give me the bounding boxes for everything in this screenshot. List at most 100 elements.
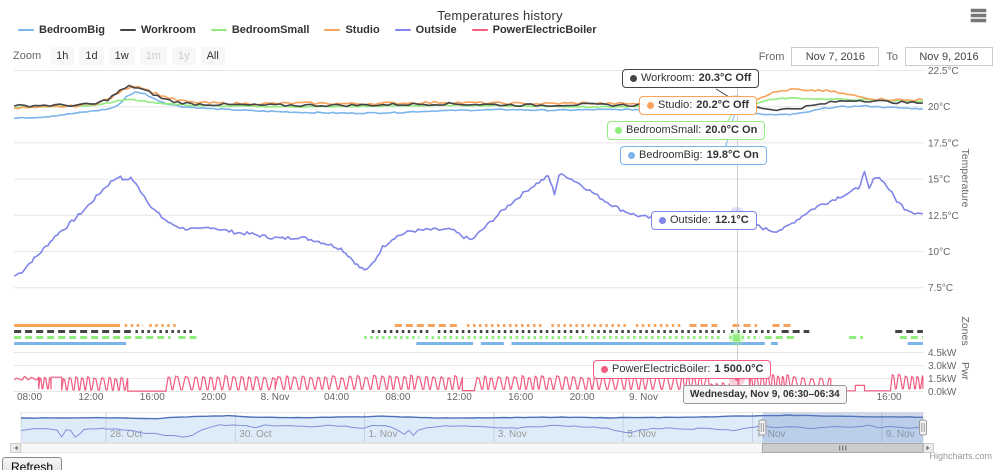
navigator-tick-label: 1. Nov: [369, 429, 398, 440]
tooltip-powerelectricboiler: PowerElectricBoiler: 1 500.0°C: [593, 360, 772, 379]
y-axis-tick-label: 22.5°C: [928, 66, 959, 77]
navigator-tick-label: 5. Nov: [627, 429, 656, 440]
navigator-tick-label: 3. Nov: [498, 429, 527, 440]
tooltip-value: 19.8°C On: [706, 149, 759, 161]
tooltip-value: 20.0°C On: [705, 124, 758, 136]
x-axis-tick-label: 08:00: [17, 392, 42, 403]
x-axis-tick-label: 16:00: [140, 392, 165, 403]
series-color-swatch: [210, 28, 227, 32]
legend-item-outside[interactable]: Outside: [394, 24, 457, 36]
navigator-selected-range[interactable]: [762, 412, 923, 443]
legend: BedroomBig Workroom BedroomSmall Studio …: [18, 24, 597, 36]
legend-label: BedroomBig: [39, 24, 105, 36]
legend-item-bedroomsmall[interactable]: BedroomSmall: [210, 24, 310, 36]
legend-label: Workroom: [141, 24, 196, 36]
x-axis-tick-label: 16:00: [508, 392, 533, 403]
navigator-handle-left[interactable]: [758, 419, 767, 436]
tooltip-studio: Studio: 20.2°C Off: [639, 96, 757, 115]
legend-label: Outside: [415, 24, 457, 36]
temperatures-history-app: Temperatures history BedroomBig Workroom…: [0, 0, 1000, 470]
tooltip-label: Outside:: [670, 214, 711, 226]
power-axis-title: Pwr: [959, 362, 971, 381]
y-axis-tick-label: 10°C: [928, 247, 950, 258]
y-axis-tick-label: 3.0kW: [928, 361, 957, 372]
series-dot: [615, 126, 622, 134]
series-color-swatch: [120, 28, 136, 32]
x-axis-tick-label: 12:00: [78, 392, 103, 403]
legend-item-workroom[interactable]: Workroom: [120, 24, 196, 36]
tooltip-value: 12.1°C: [714, 214, 749, 226]
to-label: To: [886, 50, 898, 63]
temperature-axis-title: Temperature: [959, 149, 971, 208]
series-dot: [628, 151, 635, 159]
legend-item-powerelectricboiler[interactable]: PowerElectricBoiler: [471, 24, 597, 36]
tooltip-outside: Outside: 12.1°C: [651, 211, 757, 230]
series-dot: [659, 216, 666, 224]
x-axis-tick-label: 20:00: [201, 392, 226, 403]
series-line-outside: [13, 170, 924, 277]
zoom-label: Zoom: [13, 50, 42, 62]
zoom-button-all[interactable]: All: [200, 47, 225, 65]
zoom-button-1y: 1y: [171, 47, 196, 65]
legend-item-studio[interactable]: Studio: [324, 24, 380, 36]
zoom-button-1d[interactable]: 1d: [79, 47, 104, 65]
series-dot: [601, 365, 608, 373]
x-axis-tick-label: 9. Nov: [629, 392, 658, 403]
tooltip-value: 20.2°C Off: [696, 99, 749, 111]
tooltip-label: BedroomBig:: [639, 149, 703, 161]
y-axis-tick-label: 20°C: [928, 102, 950, 113]
legend-label: BedroomSmall: [231, 24, 310, 36]
from-date-input[interactable]: [791, 47, 880, 66]
hamburger-bar: [971, 14, 986, 17]
from-label: From: [758, 50, 785, 63]
y-axis-tick-label: 12.5°C: [928, 211, 959, 222]
legend-label: PowerElectricBoiler: [492, 24, 597, 36]
tooltip-value: 1 500.0°C: [714, 363, 764, 375]
tooltip-workroom: Workroom: 20.3°C Off: [622, 69, 760, 88]
series-dot: [630, 74, 637, 82]
zoom-button-1m: 1m: [139, 47, 167, 65]
tooltip-value: 20.3°C Off: [698, 72, 752, 84]
tooltip-label: Workroom:: [641, 72, 695, 84]
hamburger-bar: [971, 19, 986, 22]
x-axis-tick-label: 08:00: [385, 392, 410, 403]
zones-axis-title: Zones: [959, 316, 971, 345]
navigator-handle-right[interactable]: [919, 419, 927, 436]
series-color-swatch: [324, 28, 341, 32]
tooltip-label: Studio:: [658, 99, 693, 111]
y-axis-tick-label: 4.5kW: [928, 348, 957, 359]
legend-label: Studio: [345, 24, 380, 36]
y-axis-tick-label: 0.0kW: [928, 387, 957, 398]
legend-item-bedroombig[interactable]: BedroomBig: [18, 24, 105, 36]
y-axis-tick-label: 17.5°C: [928, 138, 959, 149]
refresh-button[interactable]: Refresh: [2, 457, 63, 470]
x-axis-tick-label: 20:00: [570, 392, 595, 403]
highcharts-credit[interactable]: Highcharts.com: [929, 451, 992, 461]
y-axis-tick-label: 1.5kW: [928, 374, 957, 385]
export-menu-icon[interactable]: [971, 9, 986, 24]
chart-plot-area[interactable]: 22.5°C 20°C 17.5°C 15°C 12.5°C 10°C 7.5°C 4.5kW…: [0, 0, 1000, 470]
hover-zone-marker: [733, 334, 740, 342]
series-color-swatch: [18, 28, 34, 32]
y-axis-tick-label: 7.5°C: [928, 283, 953, 294]
series-color-swatch: [471, 28, 488, 32]
hamburger-bar: [971, 9, 986, 12]
range-selector: Zoom 1h 1d 1w 1m 1y All: [13, 47, 225, 65]
x-axis-tick-label: 8. Nov: [261, 392, 290, 403]
date-range-inputs: From To: [759, 47, 993, 66]
x-axis-tick-label: 04:00: [324, 392, 349, 403]
x-axis-tick-label: 12:00: [447, 392, 472, 403]
navigator-tick-label: 30. Oct: [239, 429, 271, 440]
to-date-input[interactable]: [905, 47, 993, 66]
series-dot: [647, 101, 654, 109]
tooltip-bedroombig: BedroomBig: 19.8°C On: [620, 146, 767, 165]
tooltip-label: PowerElectricBoiler:: [612, 363, 711, 375]
series-color-swatch: [394, 28, 411, 32]
y-axis-tick-label: 15°C: [928, 175, 950, 186]
tooltip-bedroomsmall: BedroomSmall: 20.0°C On: [607, 121, 766, 140]
x-axis-tick-label: 16:00: [877, 392, 902, 403]
zoom-button-1w[interactable]: 1w: [108, 47, 135, 65]
tooltip-label: BedroomSmall:: [626, 124, 702, 136]
zoom-button-1h[interactable]: 1h: [50, 47, 75, 65]
tooltip-date-header: Wednesday, Nov 9, 06:30–06:34: [683, 385, 847, 404]
